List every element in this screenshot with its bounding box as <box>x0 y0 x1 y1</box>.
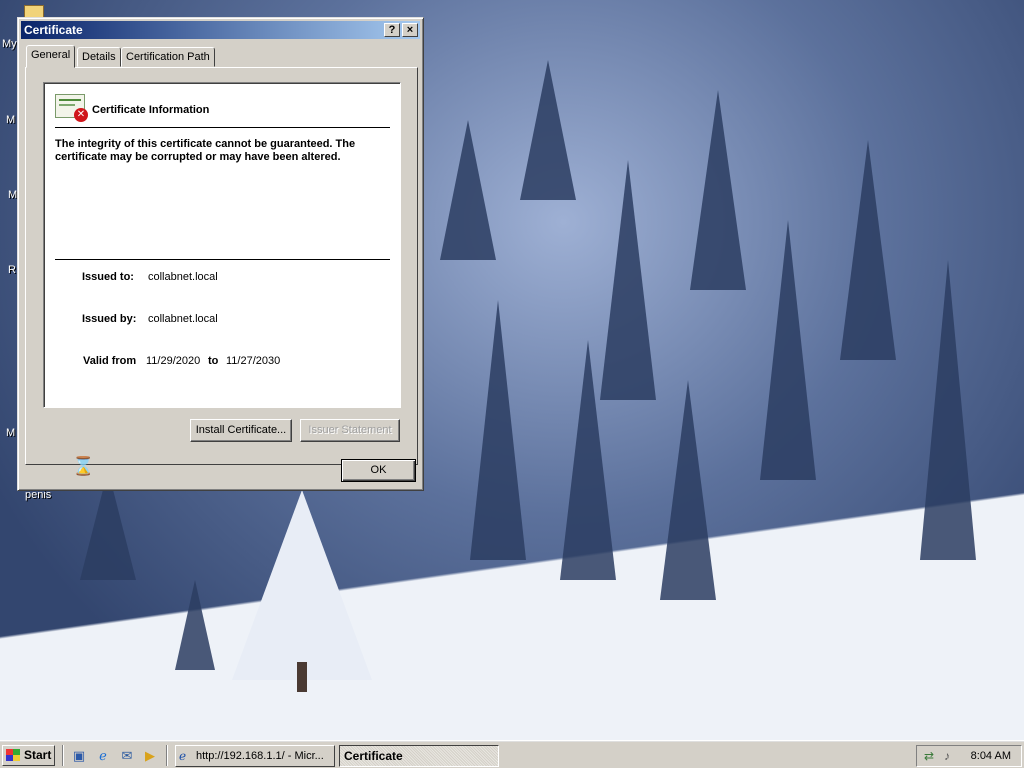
start-label: Start <box>24 748 52 762</box>
close-button[interactable]: × <box>402 23 418 37</box>
valid-from-value: 11/29/2020 <box>146 355 201 367</box>
divider <box>55 259 390 260</box>
taskbar-button-browser[interactable]: ℯ http://192.168.1.1/ - Micr... <box>175 745 335 767</box>
wallpaper-tree <box>690 90 746 290</box>
integrity-warning: The integrity of this certificate cannot… <box>55 138 356 163</box>
desktop-icon-label[interactable]: M <box>6 114 15 126</box>
wallpaper-snow-tree <box>232 490 372 680</box>
system-tray: ⇄ ♪ 8:04 AM <box>916 745 1022 767</box>
desktop-icon-label[interactable]: R <box>8 264 16 276</box>
wallpaper-tree <box>520 60 576 200</box>
task-label: Certificate <box>344 749 403 763</box>
volume-icon[interactable]: ♪ <box>939 748 955 764</box>
tab-certification-path[interactable]: Certification Path <box>121 47 215 67</box>
wallpaper-tree <box>175 580 215 670</box>
ie-icon: ℯ <box>179 749 187 763</box>
wallpaper-tree <box>440 120 496 260</box>
ie-icon[interactable]: ℯ <box>94 747 112 764</box>
ok-button[interactable]: OK <box>341 459 416 482</box>
general-tab-panel: ✕ Certificate Information The integrity … <box>25 67 418 465</box>
wallpaper-tree <box>760 220 816 480</box>
certificate-error-icon: ✕ <box>55 94 88 122</box>
desktop-icon-label[interactable]: M <box>6 427 15 439</box>
install-certificate-button[interactable]: Install Certificate... <box>190 419 292 442</box>
hourglass-cursor-icon: ⌛ <box>72 456 95 476</box>
valid-from-label: Valid from <box>83 355 137 367</box>
issued-by-label: Issued by: <box>82 313 137 325</box>
wallpaper-tree <box>660 380 716 600</box>
wallpaper-tree <box>470 300 526 560</box>
tab-details[interactable]: Details <box>77 47 121 67</box>
certificate-info-box: ✕ Certificate Information The integrity … <box>43 82 401 408</box>
taskbar: Start ▣ ℯ ✉ ▶ ℯ http://192.168.1.1/ - Mi… <box>0 740 1024 768</box>
taskbar-separator <box>62 745 64 766</box>
desktop-icon-label[interactable]: My <box>2 38 17 50</box>
wallpaper-tree <box>840 140 896 360</box>
valid-to-label: to <box>208 355 219 367</box>
start-button[interactable]: Start <box>2 745 55 766</box>
show-desktop-icon[interactable]: ▣ <box>70 747 88 764</box>
task-label: http://192.168.1.1/ - Micr... <box>196 750 324 762</box>
taskbar-button-certificate[interactable]: Certificate <box>339 745 499 767</box>
certificate-dialog: Certificate ? × General Details Certific… <box>17 17 424 491</box>
issued-to-value: collabnet.local <box>148 271 218 283</box>
clock[interactable]: 8:04 AM <box>971 746 1011 766</box>
issuer-statement-button[interactable]: Issuer Statement <box>300 419 400 442</box>
issued-by-value: collabnet.local <box>148 313 218 325</box>
certificate-info-title: Certificate Information <box>92 104 210 116</box>
tab-general[interactable]: General <box>26 45 76 68</box>
network-icon[interactable]: ⇄ <box>921 748 937 764</box>
divider <box>55 127 390 128</box>
desktop-icon-label[interactable]: M <box>8 189 17 201</box>
dialog-title: Certificate <box>24 23 83 37</box>
media-icon[interactable]: ▶ <box>141 747 159 764</box>
help-button[interactable]: ? <box>384 23 400 37</box>
wallpaper-tree <box>920 260 976 560</box>
dialog-titlebar[interactable]: Certificate ? × <box>21 21 420 39</box>
wallpaper-tree <box>560 340 616 580</box>
outlook-icon[interactable]: ✉ <box>118 747 136 764</box>
valid-to-value: 11/27/2030 <box>226 355 281 367</box>
windows-logo-icon <box>6 749 20 761</box>
issued-to-label: Issued to: <box>82 271 134 283</box>
taskbar-separator <box>166 745 168 766</box>
wallpaper-tree-trunk <box>297 662 307 692</box>
